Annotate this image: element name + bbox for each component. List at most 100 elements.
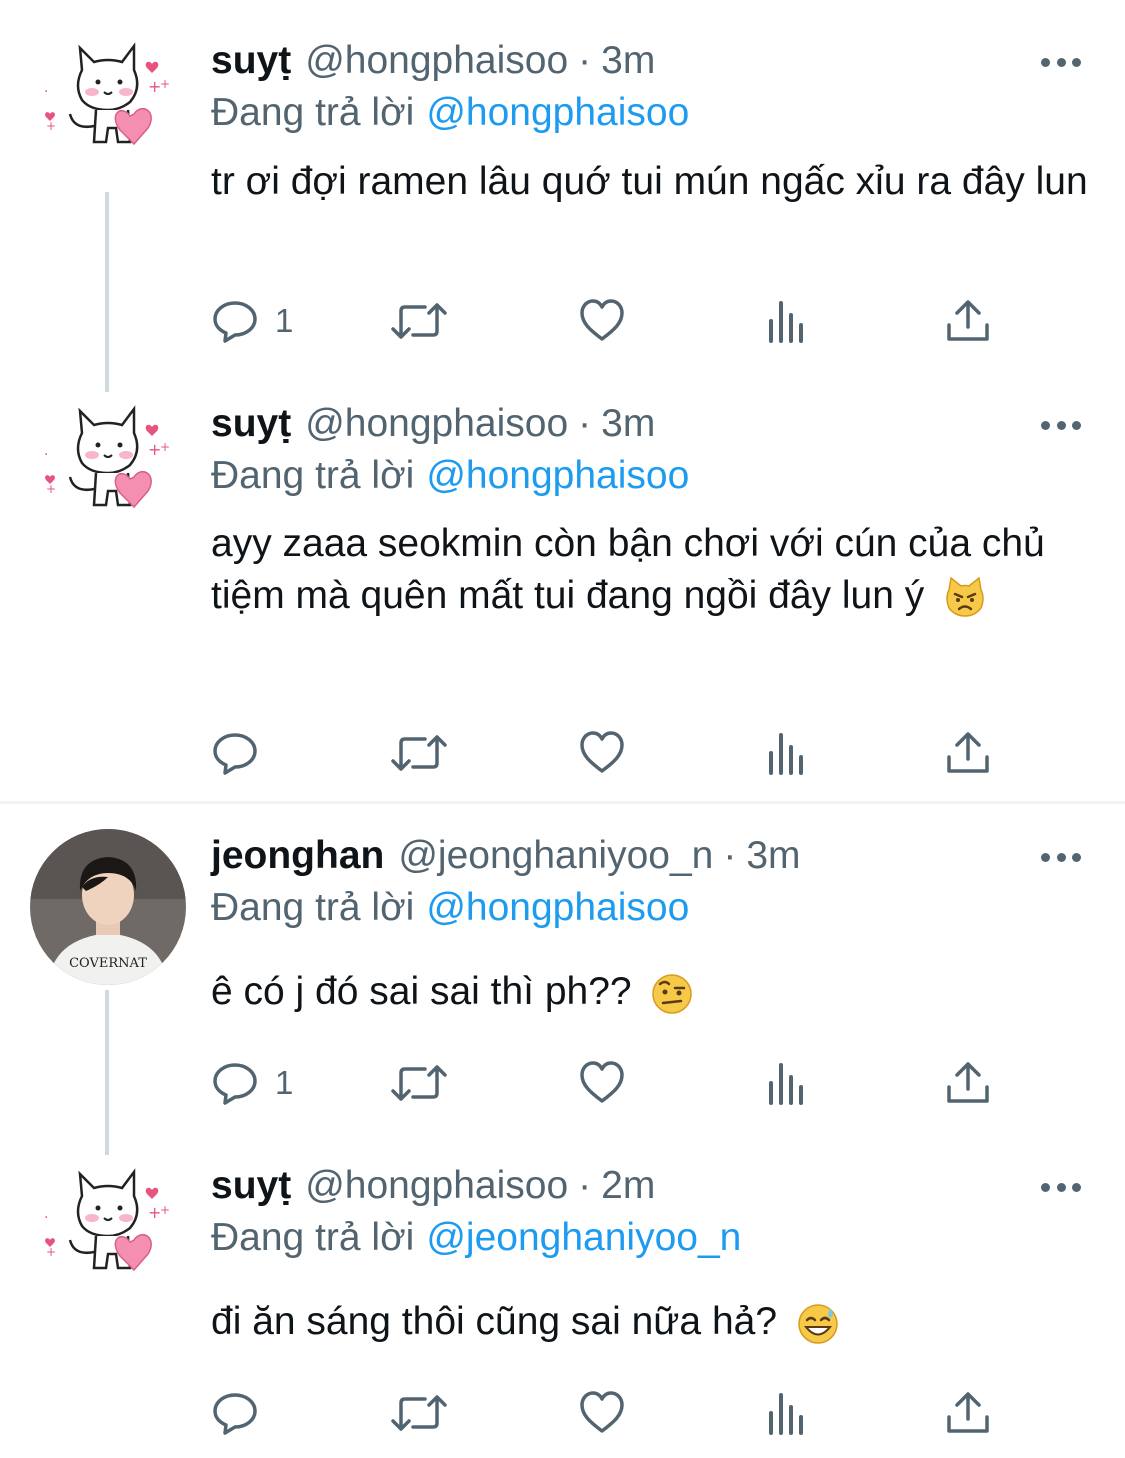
raised-eyebrow-emoji-icon	[652, 973, 693, 1014]
display-name[interactable]: suyṭ	[211, 402, 291, 445]
heart-icon	[580, 1391, 624, 1433]
timestamp[interactable]: 2m	[601, 1164, 655, 1207]
more-options-icon[interactable]	[1041, 847, 1081, 867]
reply-button[interactable]	[211, 1388, 275, 1438]
more-options-icon[interactable]	[1041, 415, 1081, 435]
separator-dot: ·	[578, 1164, 592, 1207]
like-button[interactable]	[578, 728, 626, 778]
retweet-icon	[391, 1395, 447, 1431]
display-name[interactable]: suyṭ	[211, 39, 291, 82]
tweet-text-content: ayy zaaa seokmin còn bận chơi với cún củ…	[211, 522, 1045, 617]
display-name[interactable]: jeonghan	[211, 834, 384, 877]
like-button[interactable]	[578, 1058, 626, 1108]
reply-icon	[213, 1063, 257, 1105]
replying-to: Đang trả lời @hongphaisoo	[211, 90, 689, 136]
avatar[interactable]	[30, 1156, 186, 1312]
tweet-header: jeonghan @jeonghaniyoo_n · 3m	[211, 833, 801, 879]
tweet-header: suyṭ @hongphaisoo · 2m	[211, 1163, 655, 1209]
shirt-text: COVERNAT	[69, 956, 147, 971]
tweet-header: suyṭ @hongphaisoo · 3m	[211, 401, 655, 447]
retweet-icon	[391, 735, 447, 771]
thread-line	[105, 990, 109, 1155]
separator-dot: ·	[578, 402, 592, 445]
cat-heart-avatar-icon	[42, 407, 172, 509]
thread-line	[105, 192, 109, 392]
share-button[interactable]	[945, 296, 991, 346]
reply-button[interactable]: 1	[211, 1058, 293, 1108]
cat-heart-avatar-icon	[42, 1170, 172, 1272]
retweet-button[interactable]	[389, 296, 449, 346]
retweet-button[interactable]	[389, 728, 449, 778]
replying-to-label: Đang trả lời	[211, 454, 415, 497]
user-handle[interactable]: @jeonghaniyoo_n	[398, 834, 713, 877]
like-button[interactable]	[578, 1388, 626, 1438]
reply-icon	[213, 1393, 257, 1435]
views-button[interactable]	[765, 296, 809, 346]
views-chart-icon	[769, 301, 803, 343]
views-button[interactable]	[765, 1058, 809, 1108]
views-button[interactable]	[765, 1388, 809, 1438]
replying-to: Đang trả lời @hongphaisoo	[211, 885, 689, 931]
views-chart-icon	[769, 733, 803, 775]
heart-icon	[580, 299, 624, 341]
replying-to: Đang trả lời @hongphaisoo	[211, 453, 689, 499]
thread-divider	[0, 801, 1125, 804]
replying-to-link[interactable]: @hongphaisoo	[426, 454, 689, 497]
retweet-icon	[391, 1065, 447, 1101]
views-chart-icon	[769, 1393, 803, 1435]
replying-to-label: Đang trả lời	[211, 1216, 415, 1259]
share-button[interactable]	[945, 1388, 991, 1438]
views-chart-icon	[769, 1063, 803, 1105]
action-bar	[211, 1388, 1011, 1438]
views-button[interactable]	[765, 728, 809, 778]
grinning-sweat-emoji-icon	[798, 1303, 838, 1344]
avatar[interactable]	[30, 393, 186, 549]
timestamp[interactable]: 3m	[601, 39, 655, 82]
avatar[interactable]	[30, 30, 186, 186]
reply-count: 1	[275, 1064, 294, 1101]
display-name[interactable]: suyṭ	[211, 1164, 291, 1207]
replying-to-link[interactable]: @hongphaisoo	[426, 91, 689, 134]
tweet-text-content: đi ăn sáng thôi cũng sai nữa hả?	[211, 1300, 778, 1343]
heart-icon	[580, 1061, 624, 1103]
retweet-icon	[391, 303, 447, 339]
like-button[interactable]	[578, 296, 626, 346]
tweet-text: tr ơi đợi ramen lâu quớ tui mún ngấc xỉu…	[211, 160, 1088, 203]
user-handle[interactable]: @hongphaisoo	[305, 402, 568, 445]
action-bar	[211, 728, 1011, 778]
reply-button[interactable]: 1	[211, 296, 293, 346]
replying-to-label: Đang trả lời	[211, 886, 415, 929]
replying-to-link[interactable]: @jeonghaniyoo_n	[426, 1216, 741, 1259]
timestamp[interactable]: 3m	[601, 402, 655, 445]
reply-count: 1	[275, 302, 294, 339]
timestamp[interactable]: 3m	[746, 834, 800, 877]
share-button[interactable]	[945, 728, 991, 778]
heart-icon	[580, 731, 624, 773]
reply-button[interactable]	[211, 728, 275, 778]
replying-to-link[interactable]: @hongphaisoo	[426, 886, 689, 929]
tweet-header: suyṭ @hongphaisoo · 3m	[211, 38, 655, 84]
user-handle[interactable]: @hongphaisoo	[305, 39, 568, 82]
action-bar: 1	[211, 1058, 1011, 1108]
tweet-text: đi ăn sáng thôi cũng sai nữa hả?	[211, 1296, 1091, 1348]
retweet-button[interactable]	[389, 1388, 449, 1438]
tweet-text: ê có j đó sai sai thì ph??	[211, 966, 1091, 1018]
share-icon	[947, 1062, 989, 1103]
reply-icon	[213, 301, 257, 343]
replying-to: Đang trả lời @jeonghaniyoo_n	[211, 1215, 741, 1261]
person-photo-avatar-icon: COVERNAT	[30, 829, 186, 985]
replying-to-label: Đang trả lời	[211, 91, 415, 134]
tweet-text-content: ê có j đó sai sai thì ph??	[211, 970, 632, 1013]
share-button[interactable]	[945, 1058, 991, 1108]
separator-dot: ·	[723, 834, 737, 877]
reply-icon	[213, 733, 257, 775]
action-bar: 1	[211, 296, 1011, 346]
avatar[interactable]: COVERNAT	[30, 829, 186, 985]
user-handle[interactable]: @hongphaisoo	[305, 1164, 568, 1207]
more-options-icon[interactable]	[1041, 52, 1081, 72]
share-icon	[947, 732, 989, 773]
tweet-text: ayy zaaa seokmin còn bận chơi với cún củ…	[211, 518, 1091, 622]
share-icon	[947, 1392, 989, 1433]
more-options-icon[interactable]	[1041, 1177, 1081, 1197]
retweet-button[interactable]	[389, 1058, 449, 1108]
